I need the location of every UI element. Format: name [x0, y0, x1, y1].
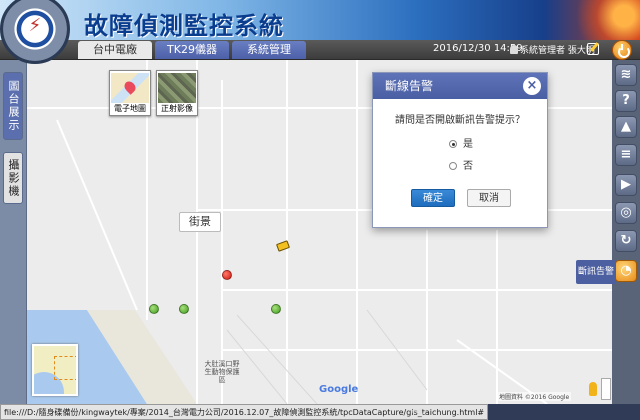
tab-taichung-plant[interactable]: 台中電廠: [78, 41, 152, 59]
layer-orthophoto[interactable]: 正射影像: [156, 70, 198, 116]
current-user: 系統管理者 張大明: [510, 43, 595, 56]
cancel-button[interactable]: 取消: [467, 189, 511, 207]
dialog-title: 斷線告警: [373, 73, 547, 99]
alarm-icon: ◔: [620, 263, 632, 278]
browser-status-bar: file:///D:/隨身碟備份/kingwaytek/專案/2014_台灣電力…: [0, 404, 640, 420]
user-name: 系統管理者 張大明: [520, 46, 595, 56]
radio-selected-icon: [449, 140, 457, 148]
layers-icon: ≋: [620, 67, 632, 82]
device-marker-offline[interactable]: [222, 270, 232, 280]
logout-power-button[interactable]: [612, 40, 632, 60]
help-button[interactable]: ?: [615, 90, 637, 112]
confirm-button[interactable]: 確定: [411, 189, 455, 207]
nav-bar: 台中電廠 TK29儀器 系統管理 2016/12/30 14:59 系統管理者 …: [0, 40, 640, 60]
alarm-button[interactable]: ◔: [615, 260, 637, 282]
overview-minimap[interactable]: [32, 344, 78, 396]
app-title: 故障偵測監控系統: [84, 11, 284, 40]
alarm-flyout-label[interactable]: 斷訊告警: [576, 260, 616, 284]
device-marker-online[interactable]: [271, 304, 281, 314]
google-logo: Google: [319, 384, 359, 395]
layer-orthophoto-label: 正射影像: [161, 104, 193, 113]
device-marker-online[interactable]: [179, 304, 189, 314]
layer-street-map-label: 電子地圖: [114, 104, 146, 113]
camera-icon: ▶: [621, 177, 631, 192]
logo-mark-icon: ⚡: [28, 15, 42, 36]
right-toolbar: ≋ ? ▲ ≡ ▶ ◎ ↻ ◔: [612, 60, 640, 404]
device-marker-online[interactable]: [149, 304, 159, 314]
layers-button[interactable]: ≋: [615, 64, 637, 86]
disconnect-alarm-dialog: 斷線告警 × 請問是否開啟斷訊告警提示？ 是 否 確定 取消: [372, 72, 548, 228]
zoom-control[interactable]: [601, 378, 611, 400]
locate-button[interactable]: ◎: [615, 202, 637, 224]
radio-option-no[interactable]: 否: [449, 157, 473, 172]
warning-button[interactable]: ▲: [615, 116, 637, 138]
side-tab-map-display[interactable]: 圖台展示: [3, 72, 23, 140]
radio-yes-label: 是: [463, 139, 473, 150]
warning-icon: ▲: [621, 119, 631, 134]
dialog-question: 請問是否開啟斷訊告警提示？: [395, 115, 525, 126]
list-button[interactable]: ≡: [615, 144, 637, 166]
camera-button[interactable]: ▶: [615, 174, 637, 196]
header-decoration: [560, 0, 640, 40]
orthophoto-thumbnail: [158, 73, 196, 103]
street-view-button[interactable]: 街景: [179, 212, 221, 232]
close-icon[interactable]: ×: [523, 77, 541, 95]
status-tail-text: ed.: [412, 407, 425, 416]
side-tab-cameras[interactable]: 攝影機: [3, 152, 23, 204]
place-label: 大肚溪口野生動物保護區: [204, 360, 240, 384]
user-icon: [510, 45, 518, 54]
radio-no-label: 否: [463, 161, 473, 172]
map-attribution[interactable]: 地圖資料 ©2016 Google: [497, 392, 572, 401]
refresh-button[interactable]: ↻: [615, 230, 637, 252]
locate-icon: ◎: [620, 205, 632, 220]
radio-option-yes[interactable]: 是: [449, 135, 473, 150]
refresh-icon: ↻: [620, 233, 632, 248]
left-side-panel: 圖台展示 攝影機: [0, 60, 27, 404]
tab-system-management[interactable]: 系統管理: [232, 41, 306, 59]
help-icon: ?: [622, 93, 630, 108]
tab-tk29-instrument[interactable]: TK29儀器: [155, 41, 229, 59]
radio-unselected-icon: [449, 162, 457, 170]
edit-profile-icon[interactable]: [587, 43, 599, 55]
list-icon: ≡: [620, 147, 632, 162]
street-map-thumbnail: [111, 73, 149, 103]
app-header: 故障偵測監控系統: [0, 0, 640, 40]
pegman-icon[interactable]: [589, 382, 597, 396]
layer-street-map[interactable]: 電子地圖: [109, 70, 151, 116]
